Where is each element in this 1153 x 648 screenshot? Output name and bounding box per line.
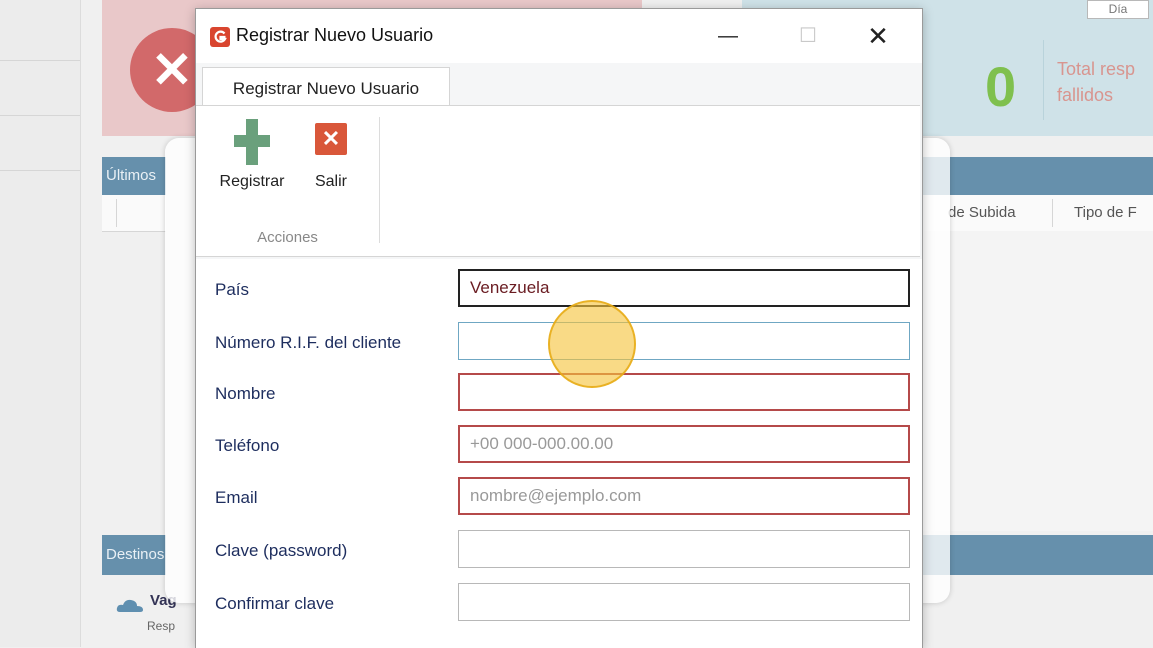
register-button-label: Registrar (219, 173, 285, 190)
plus-icon (234, 119, 270, 165)
name-input[interactable] (458, 373, 910, 411)
email-label: Email (215, 488, 258, 507)
column-upload-date[interactable]: de Subida (948, 204, 1016, 221)
form-row-email: Email nombre@ejemplo.com (196, 473, 922, 523)
summary-divider (1043, 40, 1044, 120)
recent-panel-title: Últimos (102, 157, 166, 195)
failed-count: 0 (985, 55, 1017, 118)
form-row-country: País Venezuela (196, 265, 922, 315)
actions-group-label: Acciones (257, 229, 318, 246)
recent-grid-body (920, 231, 1153, 531)
recent-grid-header-left (102, 195, 166, 232)
maximize-button[interactable]: ☐ (776, 9, 840, 63)
app-logo-icon (210, 27, 230, 47)
phone-input[interactable]: +00 000-000.00.00 (458, 425, 910, 463)
phone-label: Teléfono (215, 436, 280, 455)
exit-button-label: Salir (314, 173, 347, 190)
tab-register-user[interactable]: Registrar Nuevo Usuario (202, 67, 450, 110)
recent-panel-header (920, 157, 1153, 195)
rif-label: Número R.I.F. del cliente (215, 333, 402, 352)
form-row-confirm-password: Confirmar clave (196, 579, 922, 629)
dialog-title: Registrar Nuevo Usuario (236, 25, 434, 45)
day-filter-button[interactable]: Día (1087, 0, 1149, 19)
minimize-icon: — (718, 25, 738, 47)
form-row-password: Clave (password) (196, 526, 922, 576)
minimize-button[interactable]: — (696, 9, 760, 63)
maximize-icon: ☐ (799, 25, 817, 47)
recent-grid-header: de Subida Tipo de F (920, 195, 1153, 232)
column-type[interactable]: Tipo de F (1074, 204, 1137, 221)
name-label: Nombre (215, 384, 276, 403)
failed-responses-label: Total resp fallidos (1057, 59, 1136, 105)
exit-icon: ✕ (315, 123, 347, 155)
ribbon-group-divider (379, 117, 380, 243)
click-highlight (548, 300, 636, 388)
confirm-password-input[interactable] (458, 583, 910, 621)
email-input[interactable]: nombre@ejemplo.com (458, 477, 910, 515)
rif-input[interactable] (458, 322, 910, 360)
dialog-titlebar[interactable]: Registrar Nuevo Usuario — ☐ ✕ (196, 9, 922, 63)
background-divider (80, 0, 81, 647)
destination-subtitle: Resp (147, 619, 176, 633)
password-label: Clave (password) (215, 541, 348, 560)
form-row-phone: Teléfono +00 000-000.00.00 (196, 421, 922, 471)
close-button[interactable]: ✕ (846, 9, 910, 63)
cloud-icon (116, 599, 143, 612)
close-icon: ✕ (867, 21, 889, 51)
country-label: País (215, 280, 250, 299)
register-button[interactable]: Registrar (210, 119, 294, 191)
confirm-password-label: Confirmar clave (215, 594, 335, 613)
form-row-name: Nombre (196, 369, 922, 419)
destinations-panel-header (920, 535, 1153, 575)
country-field[interactable]: Venezuela (458, 269, 910, 307)
exit-button[interactable]: ✕ Salir (308, 119, 354, 191)
password-input[interactable] (458, 530, 910, 568)
destinations-panel-title: Destinos (102, 535, 166, 575)
form-row-checkbox (196, 629, 922, 648)
background-sidebar (0, 0, 80, 647)
